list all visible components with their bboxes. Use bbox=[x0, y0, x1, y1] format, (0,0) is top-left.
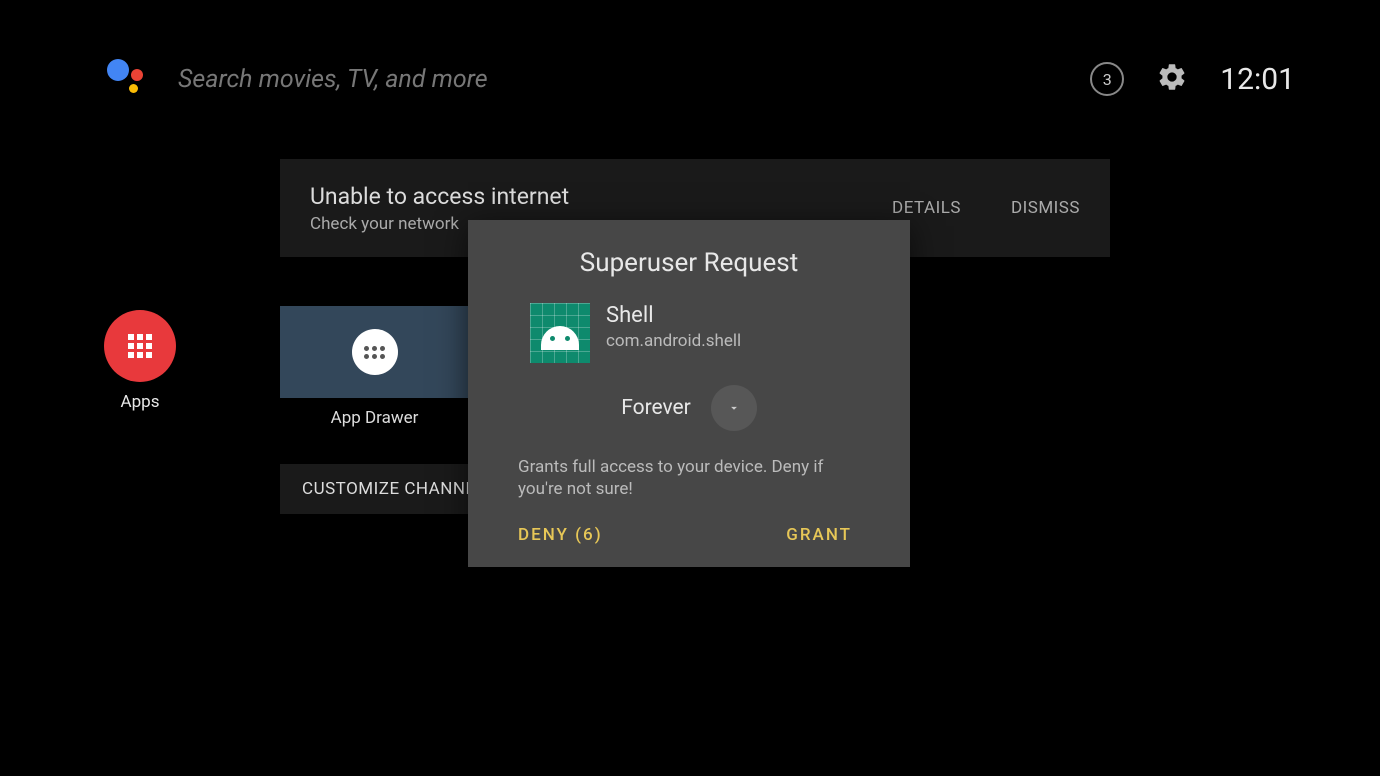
details-button[interactable]: DETAILS bbox=[892, 198, 961, 218]
dialog-app-name: Shell bbox=[606, 303, 741, 328]
apps-label: Apps bbox=[100, 392, 180, 412]
duration-dropdown[interactable]: Forever bbox=[468, 385, 910, 431]
shell-app-icon bbox=[530, 303, 590, 363]
assistant-icon[interactable] bbox=[105, 55, 153, 103]
dialog-title: Superuser Request bbox=[468, 248, 910, 278]
dismiss-button[interactable]: DISMISS bbox=[1011, 198, 1080, 218]
settings-icon[interactable] bbox=[1156, 61, 1188, 97]
dialog-package: com.android.shell bbox=[606, 331, 741, 351]
status-area: 3 12:01 bbox=[1090, 61, 1295, 97]
app-drawer-label: App Drawer bbox=[280, 408, 469, 428]
customize-channels-button[interactable]: CUSTOMIZE CHANNE bbox=[280, 464, 498, 514]
clock: 12:01 bbox=[1220, 62, 1295, 97]
app-drawer-tile[interactable] bbox=[280, 306, 469, 398]
grant-button[interactable]: GRANT bbox=[786, 525, 852, 545]
apps-button[interactable]: Apps bbox=[100, 310, 180, 412]
app-drawer-icon bbox=[352, 329, 398, 375]
dialog-warning: Grants full access to your device. Deny … bbox=[468, 456, 910, 500]
apps-grid-icon bbox=[104, 310, 176, 382]
superuser-dialog: Superuser Request Shell com.android.shel… bbox=[468, 220, 910, 567]
search-input[interactable]: Search movies, TV, and more bbox=[178, 65, 1090, 94]
notifications-badge[interactable]: 3 bbox=[1090, 62, 1124, 96]
chevron-down-icon bbox=[711, 385, 757, 431]
notification-title: Unable to access internet bbox=[310, 183, 892, 210]
duration-label: Forever bbox=[621, 396, 691, 420]
deny-button[interactable]: DENY (6) bbox=[518, 525, 603, 545]
top-bar: Search movies, TV, and more 3 12:01 bbox=[105, 55, 1295, 103]
